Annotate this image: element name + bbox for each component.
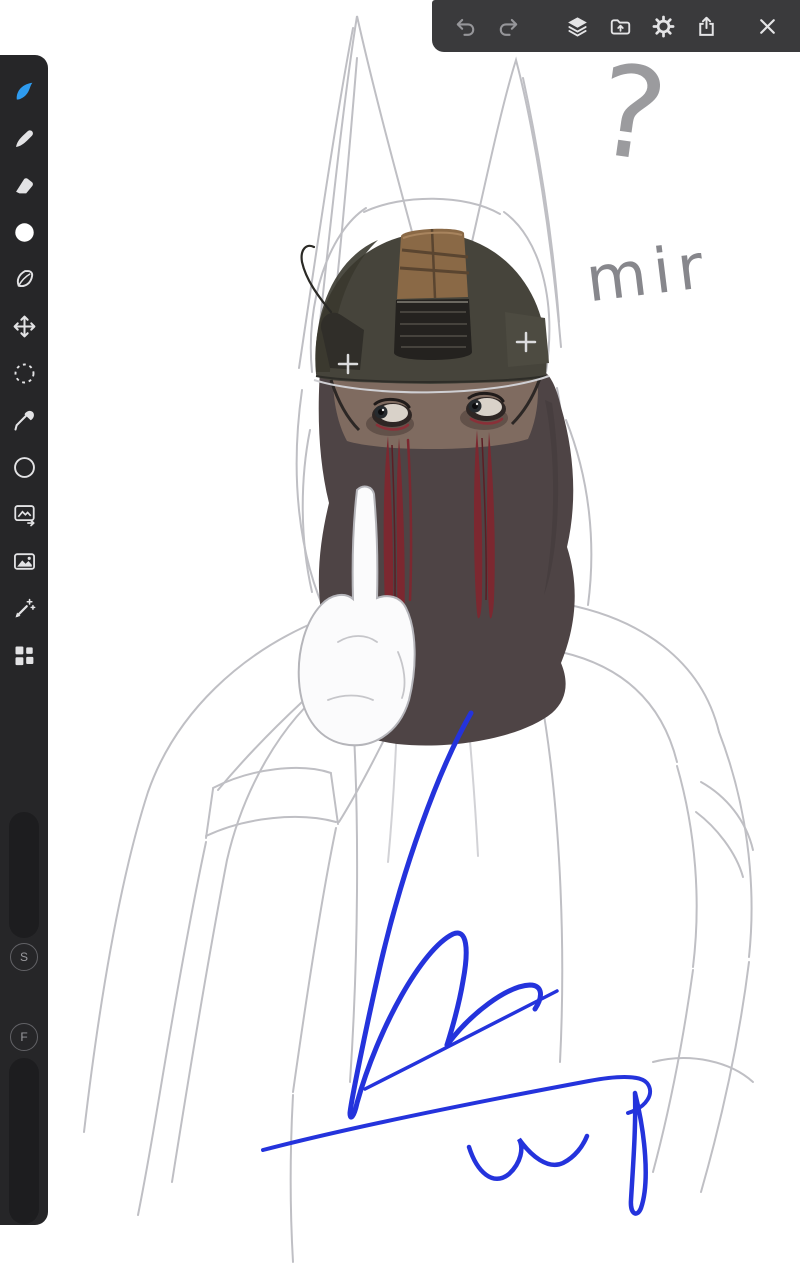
tool-eyedropper[interactable]	[2, 397, 46, 444]
photo-icon	[11, 548, 38, 575]
move-arrows-icon	[11, 313, 38, 340]
drawing-canvas[interactable]: ? mir	[0, 0, 800, 1280]
tool-pattern[interactable]	[2, 585, 46, 632]
tool-workspace[interactable]	[2, 632, 46, 679]
tool-list	[0, 55, 48, 679]
gear-icon	[651, 14, 676, 39]
tool-clone[interactable]	[2, 491, 46, 538]
import-folder-icon	[608, 14, 633, 39]
share-icon	[694, 14, 719, 39]
tool-erase[interactable]	[2, 162, 46, 209]
drawing-app-screen: ? mir	[0, 0, 800, 1280]
tool-blend[interactable]	[2, 115, 46, 162]
lasso-selection-icon	[11, 360, 38, 387]
eyedropper-icon	[11, 407, 38, 434]
paint-brush-icon	[11, 78, 38, 105]
brush-flow-button[interactable]: F	[10, 1023, 38, 1051]
leaf-icon	[11, 266, 38, 293]
close-button[interactable]	[748, 4, 786, 48]
tool-leaf[interactable]	[2, 256, 46, 303]
layers-button[interactable]	[558, 4, 596, 48]
artwork-sketch	[0, 0, 800, 1280]
brush-flow-slider[interactable]	[9, 1058, 39, 1224]
import-button[interactable]	[601, 4, 639, 48]
share-button[interactable]	[687, 4, 725, 48]
undo-button[interactable]	[446, 4, 484, 48]
layers-icon	[565, 14, 590, 39]
magic-brush-icon	[11, 595, 38, 622]
color-circle-icon	[11, 219, 38, 246]
tool-paint[interactable]	[2, 68, 46, 115]
tool-sidebar: S F	[0, 55, 48, 1225]
redo-button[interactable]	[489, 4, 527, 48]
blue-signature	[263, 713, 650, 1214]
tool-image[interactable]	[2, 538, 46, 585]
layout-grid-icon	[11, 642, 38, 669]
circle-outline-icon	[11, 454, 38, 481]
brush-size-slider[interactable]	[9, 812, 39, 938]
redo-icon	[496, 14, 521, 39]
top-toolbar	[432, 0, 800, 52]
tool-transform[interactable]	[2, 303, 46, 350]
tool-circle[interactable]	[2, 444, 46, 491]
brush-size-button[interactable]: S	[10, 943, 38, 971]
undo-icon	[453, 14, 478, 39]
close-icon	[755, 14, 780, 39]
blend-brush-icon	[11, 125, 38, 152]
tool-color[interactable]	[2, 209, 46, 256]
tool-select[interactable]	[2, 350, 46, 397]
settings-button[interactable]	[644, 4, 682, 48]
eraser-icon	[11, 172, 38, 199]
image-transfer-icon	[11, 501, 38, 528]
